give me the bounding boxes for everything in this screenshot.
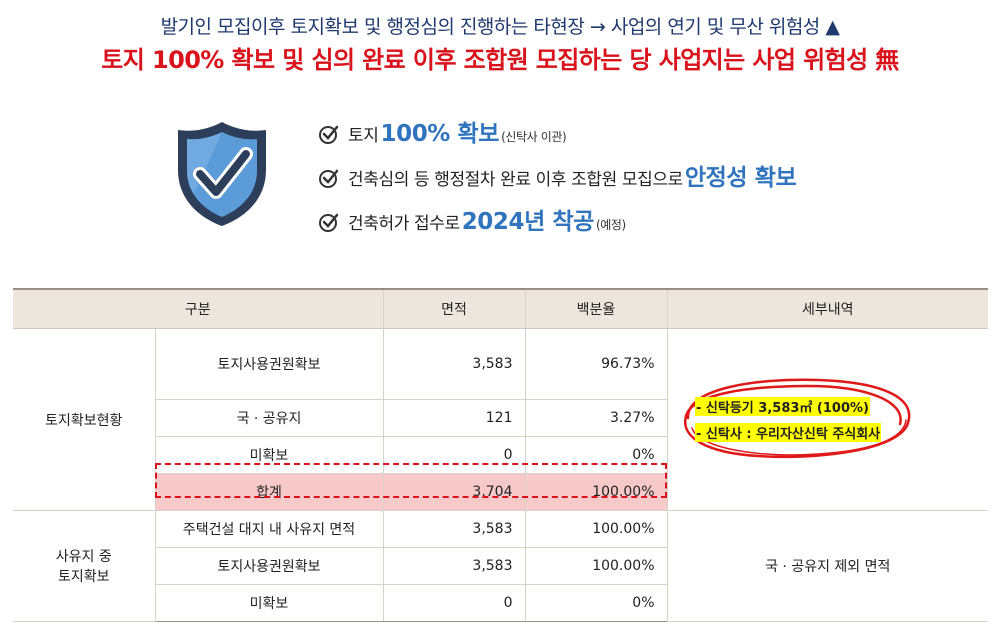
- row-percent: 100.00%: [524, 547, 667, 585]
- row-area: 121: [382, 399, 525, 437]
- group-label: 사유지 중 토지확보: [13, 510, 155, 622]
- header-category: 구분: [13, 288, 383, 329]
- check-highlight: 2024년 착공: [461, 209, 595, 235]
- headline-main: 토지 100% 확보 및 심의 완료 이후 조합원 모집하는 당 사업지는 사업…: [101, 46, 899, 74]
- header-detail: 세부내역: [666, 288, 988, 329]
- row-name: 국 · 공유지: [154, 399, 383, 437]
- row-area: 3,583: [382, 510, 525, 548]
- row-percent: 3.27%: [524, 399, 667, 437]
- check-text: 건축허가 접수로: [348, 214, 460, 234]
- shield-check-icon: [178, 122, 266, 226]
- row-area: 3,583: [382, 328, 525, 400]
- header-area: 면적: [382, 288, 525, 329]
- check-item: 건축심의 등 행정절차 완료 이후 조합원 모집으로 안정성 확보: [318, 158, 798, 202]
- row-area: 0: [382, 584, 525, 622]
- trust-detail-line: - 신탁등기 3,583㎡ (100%): [695, 397, 870, 416]
- row-percent: 96.73%: [524, 328, 667, 400]
- row-name: 토지사용권원확보: [154, 547, 383, 585]
- header-percent: 백분율: [524, 288, 667, 329]
- row-name: 주택건설 대지 내 사유지 면적: [154, 510, 383, 548]
- check-item: 건축허가 접수로 2024년 착공 (예정): [318, 202, 798, 246]
- check-note: (예정): [596, 218, 626, 232]
- check-circle-icon: [319, 125, 339, 144]
- check-highlight: 100% 확보: [380, 121, 500, 147]
- trust-detail: - 신탁등기 3,583㎡ (100%) - 신탁사 : 우리자산신탁 주식회사: [695, 397, 882, 449]
- check-list: 토지 100% 확보 (신탁사 이관) 건축심의 등 행정절차 완료 이후 조합…: [318, 114, 798, 246]
- headline-top: 발기인 모집이후 토지확보 및 행정심의 진행하는 타현장 → 사업의 연기 및…: [160, 16, 840, 38]
- check-note: (신탁사 이관): [501, 130, 567, 144]
- table-header-row: 구분 면적 백분율 세부내역: [13, 288, 988, 329]
- check-text: 건축심의 등 행정절차 완료 이후 조합원 모집으로: [348, 170, 683, 190]
- table-row: 사유지 중 토지확보 주택건설 대지 내 사유지 면적 3,583 100.00…: [13, 510, 988, 622]
- check-text: 토지: [348, 126, 379, 146]
- row-name: 미확보: [154, 584, 383, 622]
- row-area: 3,583: [382, 547, 525, 585]
- row-percent: 0%: [524, 584, 667, 622]
- row-percent: 100.00%: [524, 510, 667, 548]
- group-label-line2: 토지확보: [57, 569, 110, 585]
- check-circle-icon: [319, 169, 339, 188]
- detail-cell: 국 · 공유지 제외 면적: [666, 510, 988, 622]
- total-highlight-box: [155, 463, 667, 498]
- check-item: 토지 100% 확보 (신탁사 이관): [318, 114, 798, 158]
- check-circle-icon: [319, 213, 339, 232]
- group-label: 토지확보현황: [13, 328, 155, 511]
- row-name: 토지사용권원확보: [154, 328, 383, 400]
- check-highlight: 안정성 확보: [684, 165, 797, 191]
- group-label-line1: 사유지 중: [55, 549, 112, 565]
- trust-detail-line: - 신탁사 : 우리자산신탁 주식회사: [695, 423, 882, 442]
